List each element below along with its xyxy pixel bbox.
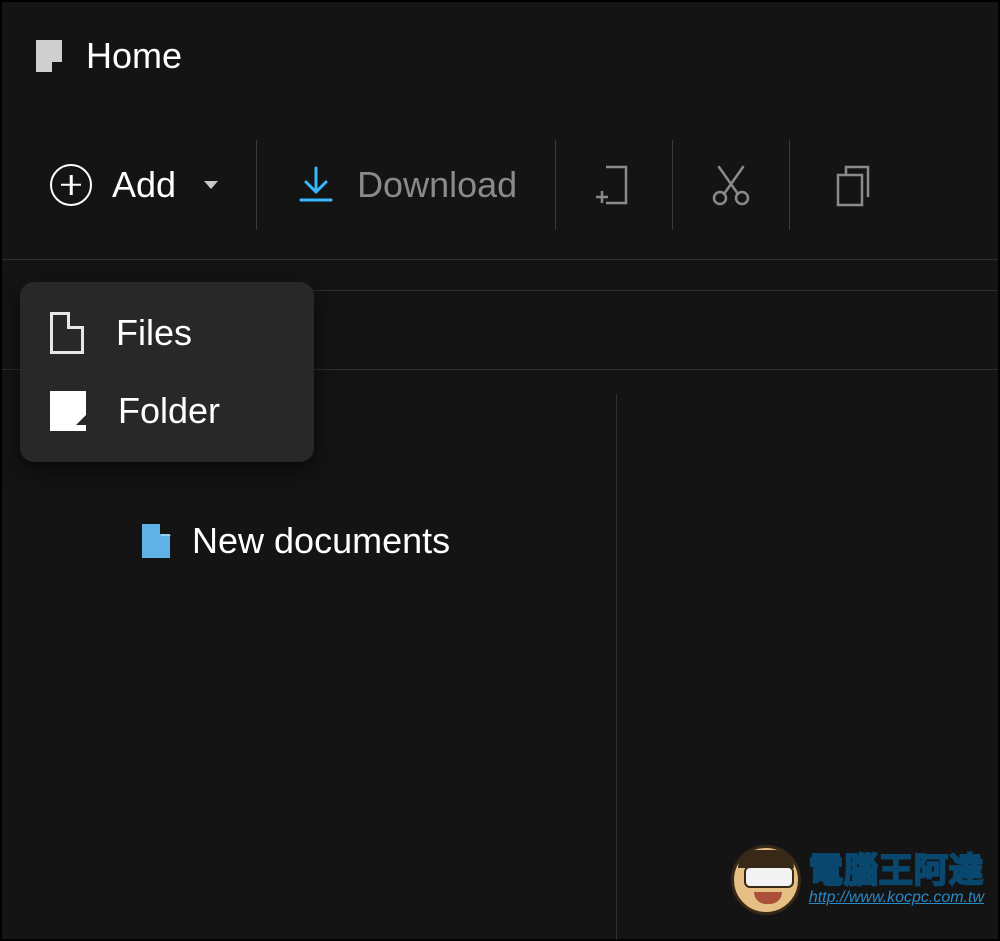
add-menu-folder[interactable]: Folder (20, 372, 314, 450)
download-button[interactable]: Download (285, 135, 527, 235)
add-label: Add (112, 164, 176, 206)
toolbar-separator (789, 140, 790, 230)
chevron-down-icon (204, 181, 218, 189)
scissors-icon (707, 161, 755, 209)
folder-item-label: New documents (192, 520, 450, 562)
menu-label: Folder (118, 390, 220, 432)
add-button[interactable]: Add (40, 135, 228, 235)
toolbar-separator (256, 140, 257, 230)
home-tab-icon (36, 40, 62, 72)
menu-label: Files (116, 312, 192, 354)
add-menu-files[interactable]: Files (20, 294, 314, 372)
file-outline-icon (50, 312, 84, 354)
tab-home[interactable]: Home (36, 35, 182, 77)
tab-title: Home (86, 35, 182, 77)
watermark-url: http://www.kocpc.com.tw (809, 890, 984, 906)
download-label: Download (357, 164, 517, 206)
folder-icon (50, 391, 86, 431)
watermark-title: 電腦王阿達 (809, 854, 984, 888)
toolbar: Add Download (2, 110, 998, 260)
copy-icon (828, 161, 876, 209)
add-dropdown-menu: Files Folder (20, 282, 314, 462)
toolbar-separator (555, 140, 556, 230)
watermark-avatar-icon (731, 845, 801, 915)
toolbar-separator (672, 140, 673, 230)
column-divider (616, 394, 617, 940)
folder-item-new-documents[interactable]: New documents (142, 520, 450, 562)
copy-button[interactable] (822, 155, 882, 215)
new-file-icon (590, 161, 638, 209)
watermark: 電腦王阿達 http://www.kocpc.com.tw (731, 845, 984, 915)
document-icon (142, 524, 170, 558)
plus-circle-icon (50, 164, 92, 206)
download-icon (295, 164, 337, 206)
new-file-button[interactable] (584, 155, 644, 215)
cut-button[interactable] (701, 155, 761, 215)
tab-bar: Home (2, 2, 998, 110)
